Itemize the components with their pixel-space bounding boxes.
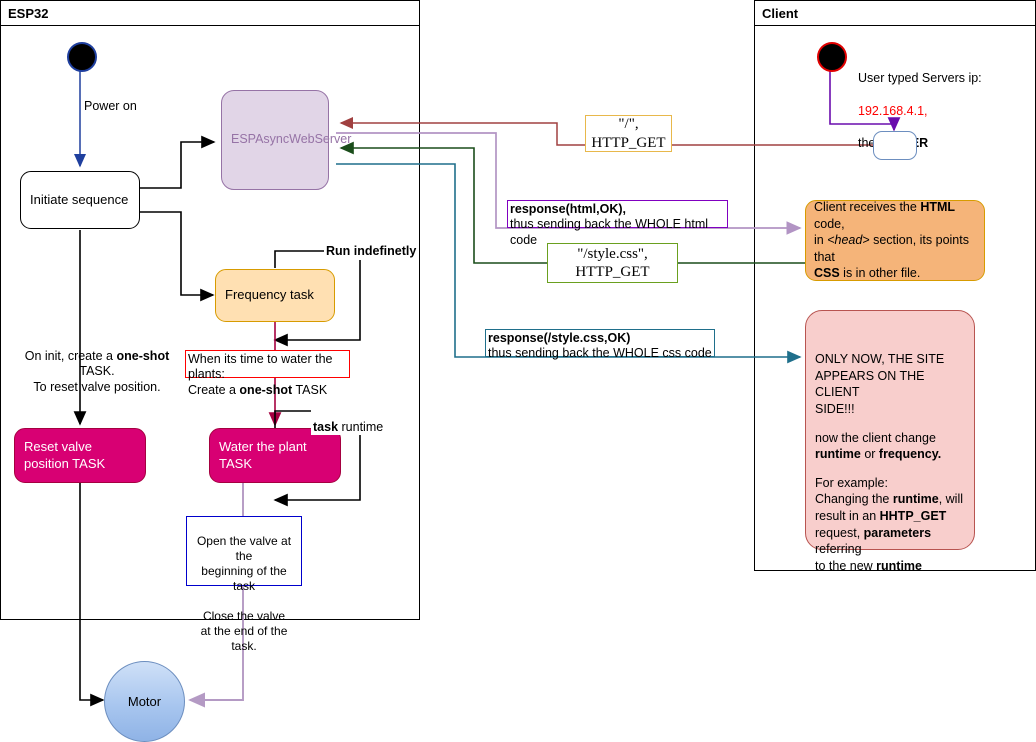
receives-html-line3-bold: CSS	[814, 266, 840, 281]
diagram-canvas: ESP32 Client Power on Initiate sequence …	[0, 0, 1036, 742]
state-reset-valve-task[interactable]: Reset valve position TASK	[14, 428, 146, 483]
note-create-one-shot-line2: Create a one-shot TASK	[188, 383, 347, 398]
esp32-start-circle	[67, 42, 97, 72]
message-response-css-rest: thus sending back the WHOLE css code	[488, 346, 712, 361]
final-note-p3-l3-bold: HHTP_GET	[879, 509, 947, 523]
note-user-typed-ip: 192.168.4.1,	[858, 103, 928, 118]
state-espasyncwebserver[interactable]: ESPAsyncWebServer	[221, 90, 351, 190]
label-power-on: Power on	[84, 99, 137, 113]
note-user-typed-line1: User typed Servers ip:	[858, 71, 982, 86]
note-create-one-shot-pre: Create a	[188, 382, 240, 397]
state-client-receives-html[interactable]: Client receives the HTML code, in <head>…	[805, 200, 985, 281]
message-get-style: "/style.css", HTTP_GET	[547, 243, 678, 283]
final-note-p1: ONLY NOW, THE SITE APPEARS ON THE CLIENT…	[815, 352, 945, 416]
state-frequency-task-label: Frequency task	[225, 287, 314, 303]
message-response-css: response(/style.css,OK) thus sending bac…	[485, 329, 715, 360]
receives-html-line1-bold: HTML	[920, 200, 956, 215]
receives-html-line1-pre: Client receives the	[814, 200, 921, 215]
receives-html-line3-post: is in other file.	[839, 266, 921, 281]
state-client-final-note[interactable]: ONLY NOW, THE SITE APPEARS ON THE CLIENT…	[805, 310, 975, 573]
final-note-gap1	[815, 418, 965, 430]
state-frequency-task[interactable]: Frequency task	[215, 269, 335, 322]
label-task-runtime-rest: runtime	[338, 419, 384, 434]
state-client-final-note-text: ONLY NOW, THE SITE APPEARS ON THE CLIENT…	[815, 351, 965, 575]
state-water-plant-task-label: Water the plant TASK	[219, 439, 307, 471]
note-create-one-shot: When its time to water the plants: Creat…	[185, 350, 350, 397]
edge-reset-valve-to-motor	[79, 483, 105, 707]
receives-html-line1: Client receives the HTML code,	[814, 199, 976, 232]
final-note-p3-l2-pre: Changing the	[815, 492, 893, 507]
label-task-runtime: task runtime	[311, 404, 386, 436]
state-initiate-sequence-label: Initiate sequence	[30, 191, 129, 207]
message-get-root-label: "/", HTTP_GET	[591, 116, 666, 151]
final-note-p3-l4-bold: parameters	[863, 525, 932, 540]
final-note-p3-l4-post: referring	[815, 542, 862, 557]
receives-html-line3: CSS is in other file.	[814, 265, 976, 282]
state-client-receives-html-text: Client receives the HTML code, in <head>…	[814, 199, 976, 282]
state-espasyncwebserver-label: ESPAsyncWebServer	[231, 132, 352, 147]
final-note-p2: now the client change runtime or frequen…	[815, 430, 965, 463]
final-note-p3-l5-pre: to the new	[815, 558, 877, 573]
final-note-p3-l5: to the new runtime	[815, 558, 965, 575]
note-on-init-pre: On init, create a	[24, 348, 117, 363]
note-create-one-shot-bold: one-shot	[239, 382, 293, 397]
final-note-p3-l2-post: , will	[938, 492, 963, 507]
receives-html-line2-pre: in	[814, 233, 828, 248]
note-valve-open-close: Open the valve at the beginning of the t…	[186, 516, 302, 653]
note-on-init: On init, create a one-shot TASK. To rese…	[14, 333, 180, 396]
final-note-p3-l3: result in an HHTP_GET	[815, 508, 965, 525]
message-response-html-bold: response(html,OK),	[510, 202, 626, 216]
receives-html-line2: in <head> section, its points that	[814, 232, 976, 265]
final-note-p3-l4-pre: request,	[815, 525, 864, 540]
state-motor[interactable]: Motor	[104, 661, 185, 742]
final-note-p2-bold1: runtime	[815, 447, 861, 462]
state-reset-valve-task-label: Reset valve position TASK	[24, 439, 106, 471]
note-on-init-bold: one-shot	[116, 348, 170, 363]
final-note-p3-l5-bold: runtime	[876, 558, 922, 573]
note-create-one-shot-line1: When its time to water the plants:	[188, 352, 333, 382]
state-initiate-sequence[interactable]: Initiate sequence	[20, 171, 140, 229]
edge-init-to-frequency	[140, 211, 215, 302]
receives-html-line1-post: code,	[814, 216, 845, 231]
final-note-p3-l3-pre: result in an	[815, 509, 880, 523]
message-get-root: "/", HTTP_GET	[585, 115, 672, 152]
final-note-p2-bold2: frequency.	[878, 447, 942, 462]
state-water-plant-task[interactable]: Water the plant TASK	[209, 428, 341, 483]
final-note-p2-pre: now the client change	[815, 430, 936, 445]
receives-html-line2-italic: <head>	[827, 233, 870, 248]
final-note-p3-l2: Changing the runtime, will	[815, 491, 965, 508]
final-note-p3-l4: request, parameters referring	[815, 525, 965, 558]
final-note-p2-mid: or	[860, 447, 879, 462]
message-response-css-bold: response(/style.css,OK)	[488, 331, 631, 345]
message-get-style-label: "/style.css", HTTP_GET	[575, 245, 650, 280]
message-response-html: response(html,OK), thus sending back the…	[507, 200, 728, 247]
final-note-gap2	[815, 463, 965, 475]
state-motor-label: Motor	[127, 694, 162, 709]
label-run-indefinetly: Run indefinetly	[324, 244, 419, 260]
client-start-circle	[817, 42, 847, 72]
note-on-init-tail: TASK. To reset valve position.	[33, 364, 161, 394]
state-client-browser[interactable]	[873, 131, 917, 160]
note-create-one-shot-post: TASK	[292, 382, 328, 397]
final-note-p3-l2-bold: runtime	[892, 492, 939, 507]
label-task-runtime-bold: task	[313, 419, 339, 434]
edge-init-to-webserver	[140, 135, 216, 189]
final-note-p3-l1: For example:	[815, 475, 888, 490]
